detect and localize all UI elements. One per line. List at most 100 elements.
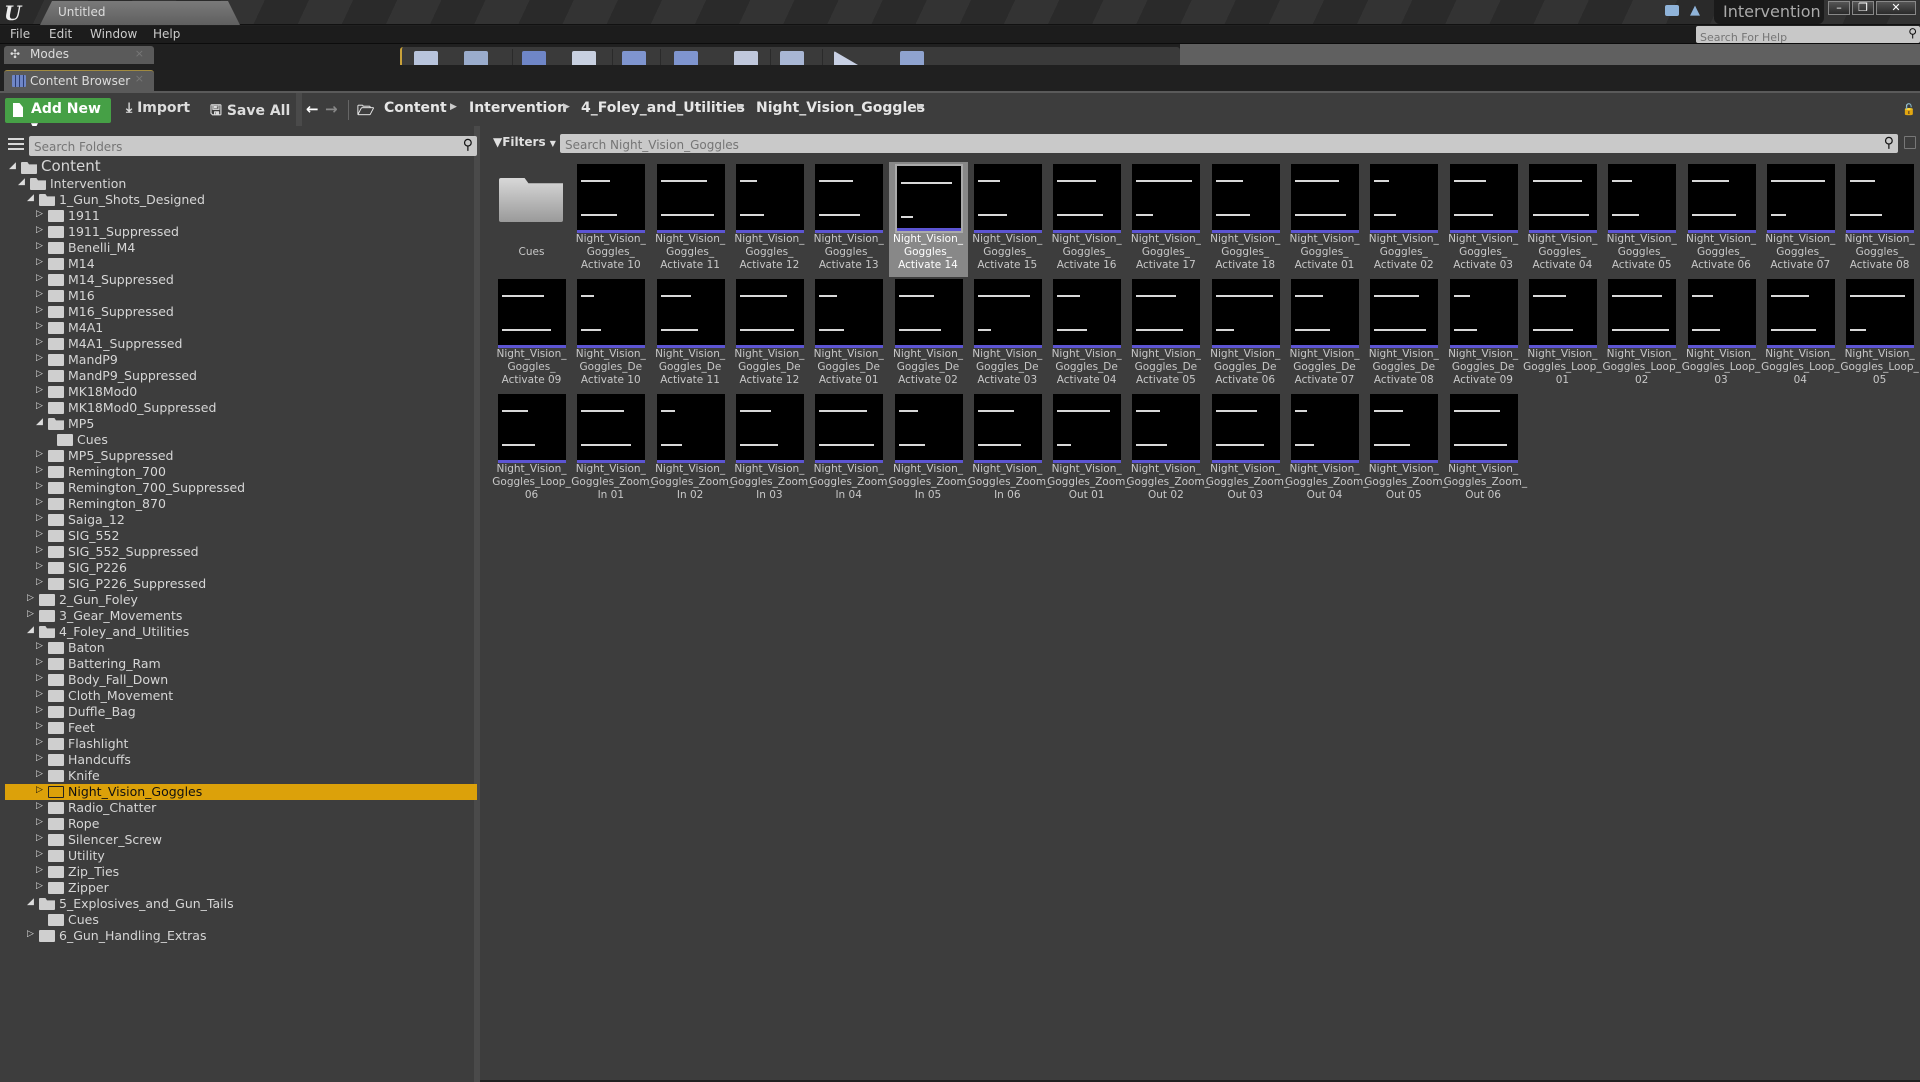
sound-wave-tile[interactable]: Night_Vision_ Goggles_De Activate 04 [1047, 277, 1126, 392]
close-button[interactable]: ✕ [1876, 1, 1916, 15]
tree-item[interactable]: ▷ 3_Gear_Movements [5, 608, 477, 624]
sound-wave-tile[interactable]: Night_Vision_ Goggles_ Activate 05 [1602, 162, 1681, 277]
collapsed-arrow-icon[interactable]: ▷ [36, 785, 43, 795]
tree-item[interactable]: ▷ Silencer_Screw [5, 832, 477, 848]
tree-item[interactable]: ▷ M4A1 [5, 320, 477, 336]
tree-item[interactable]: ▷ Handcuffs [5, 752, 477, 768]
collapsed-arrow-icon[interactable]: ▷ [36, 721, 43, 731]
sound-wave-tile[interactable]: Night_Vision_ Goggles_De Activate 07 [1285, 277, 1364, 392]
collapsed-arrow-icon[interactable]: ▷ [36, 673, 43, 683]
collapsed-arrow-icon[interactable]: ▷ [36, 321, 43, 331]
document-tab[interactable]: Untitled [40, 1, 240, 25]
collapsed-arrow-icon[interactable]: ▷ [36, 385, 43, 395]
sound-wave-tile[interactable]: Night_Vision_ Goggles_ Activate 03 [1444, 162, 1523, 277]
sound-wave-tile[interactable]: Night_Vision_ Goggles_De Activate 08 [1364, 277, 1443, 392]
sound-wave-tile[interactable]: Night_Vision_ Goggles_Loop_ 06 [492, 392, 571, 507]
collapsed-arrow-icon[interactable]: ▷ [36, 241, 43, 251]
collapsed-arrow-icon[interactable]: ▷ [36, 273, 43, 283]
collapsed-arrow-icon[interactable]: ▷ [36, 641, 43, 651]
sound-wave-tile[interactable]: Night_Vision_ Goggles_De Activate 03 [968, 277, 1047, 392]
collapsed-arrow-icon[interactable]: ▷ [36, 753, 43, 763]
folder-search-input[interactable] [29, 137, 449, 157]
menu-help[interactable]: Help [153, 27, 180, 41]
sound-wave-tile[interactable]: Night_Vision_ Goggles_Loop_ 04 [1761, 277, 1840, 392]
tree-item[interactable]: ◢ 5_Explosives_and_Gun_Tails [5, 896, 477, 912]
collapsed-arrow-icon[interactable]: ▷ [36, 865, 43, 875]
sound-wave-tile[interactable]: Night_Vision_ Goggles_Loop_ 02 [1602, 277, 1681, 392]
play-icon[interactable] [834, 51, 858, 65]
lock-icon[interactable]: 🔓 [1902, 103, 1916, 116]
sound-wave-tile[interactable]: Night_Vision_ Goggles_De Activate 10 [571, 277, 650, 392]
sound-wave-tile[interactable]: Night_Vision_ Goggles_De Activate 12 [730, 277, 809, 392]
collapsed-arrow-icon[interactable]: ▷ [36, 225, 43, 235]
expanded-arrow-icon[interactable]: ◢ [9, 161, 16, 171]
breadcrumb-item[interactable]: Intervention [469, 100, 567, 116]
tree-item[interactable]: ▷ MandP9_Suppressed [5, 368, 477, 384]
collapsed-arrow-icon[interactable]: ▷ [36, 353, 43, 363]
breadcrumb-separator-icon[interactable]: ▶ [917, 102, 924, 112]
tree-item[interactable]: ▷ M4A1_Suppressed [5, 336, 477, 352]
collapsed-arrow-icon[interactable]: ▷ [36, 689, 43, 699]
tree-item[interactable]: ▷ Utility [5, 848, 477, 864]
source-control-icon[interactable] [464, 51, 488, 65]
collapsed-arrow-icon[interactable]: ▷ [36, 305, 43, 315]
tree-item[interactable]: ▷ Baton [5, 640, 477, 656]
collapsed-arrow-icon[interactable]: ▷ [36, 529, 43, 539]
collapsed-arrow-icon[interactable]: ▷ [36, 449, 43, 459]
sound-wave-tile[interactable]: Night_Vision_ Goggles_De Activate 06 [1206, 277, 1285, 392]
collapsed-arrow-icon[interactable]: ▷ [36, 577, 43, 587]
tree-item[interactable]: ▷ 1911 [5, 208, 477, 224]
sound-wave-tile[interactable]: Night_Vision_ Goggles_De Activate 09 [1444, 277, 1523, 392]
tree-item[interactable]: ▷ SIG_552_Suppressed [5, 544, 477, 560]
sound-wave-tile[interactable]: Night_Vision_ Goggles_Zoom_ Out 02 [1126, 392, 1210, 507]
collapsed-arrow-icon[interactable]: ▷ [36, 561, 43, 571]
sound-wave-tile[interactable]: Night_Vision_ Goggles_Zoom_ Out 01 [1047, 392, 1131, 507]
collapsed-arrow-icon[interactable]: ▷ [36, 705, 43, 715]
sound-wave-tile[interactable]: Night_Vision_ Goggles_De Activate 01 [809, 277, 888, 392]
launch-icon[interactable] [900, 51, 924, 65]
sound-wave-tile[interactable]: Night_Vision_ Goggles_De Activate 05 [1126, 277, 1205, 392]
add-new-button[interactable]: Add New ▼ [5, 98, 111, 132]
save-all-button[interactable]: 🖫 Save All [210, 100, 290, 124]
collapsed-arrow-icon[interactable]: ▷ [36, 545, 43, 555]
sound-wave-tile[interactable]: Night_Vision_ Goggles_Zoom_ Out 05 [1364, 392, 1448, 507]
tree-item[interactable]: ◢ 1_Gun_Shots_Designed [5, 192, 477, 208]
save-level-icon[interactable] [414, 51, 438, 65]
sound-wave-tile[interactable]: Night_Vision_ Goggles_ Activate 17 [1126, 162, 1205, 277]
tree-item[interactable]: ▷ Remington_870 [5, 496, 477, 512]
sound-wave-tile[interactable]: Night_Vision_ Goggles_ Activate 07 [1761, 162, 1840, 277]
collapsed-arrow-icon[interactable]: ▷ [36, 769, 43, 779]
sound-wave-tile[interactable]: Night_Vision_ Goggles_Zoom_ In 05 [889, 392, 972, 507]
tree-item[interactable]: ▷ Remington_700 [5, 464, 477, 480]
tree-item[interactable]: ◢ 4_Foley_and_Utilities [5, 624, 477, 640]
collapsed-arrow-icon[interactable]: ▷ [36, 657, 43, 667]
menu-file[interactable]: File [10, 27, 30, 41]
tree-item[interactable]: ◢ Intervention [5, 176, 477, 192]
expanded-arrow-icon[interactable]: ◢ [27, 625, 34, 635]
tree-item[interactable]: ▷ MK18Mod0 [5, 384, 477, 400]
sound-wave-tile[interactable]: Night_Vision_ Goggles_Zoom_ Out 06 [1444, 392, 1527, 507]
menu-edit[interactable]: Edit [49, 27, 72, 41]
tree-item[interactable]: ▷ Battering_Ram [5, 656, 477, 672]
tree-item[interactable]: ▷ SIG_552 [5, 528, 477, 544]
sound-wave-tile[interactable]: Night_Vision_ Goggles_Loop_ 03 [1682, 277, 1761, 392]
minimize-button[interactable]: – [1828, 1, 1850, 15]
cinematics-icon[interactable] [734, 51, 758, 65]
tree-item[interactable]: ▷ 1911_Suppressed [5, 224, 477, 240]
sound-wave-tile[interactable]: Night_Vision_ Goggles_ Activate 16 [1047, 162, 1126, 277]
breadcrumb-item[interactable]: 4_Foley_and_Utilities [581, 100, 745, 116]
sound-wave-tile[interactable]: Night_Vision_ Goggles_Loop_ 05 [1840, 277, 1919, 392]
sound-wave-tile[interactable]: Night_Vision_ Goggles_ Activate 06 [1682, 162, 1761, 277]
collapsed-arrow-icon[interactable]: ▷ [36, 465, 43, 475]
blueprints-icon[interactable] [674, 51, 698, 65]
build-icon[interactable] [780, 51, 804, 65]
tree-item[interactable]: ◢ MP5 [5, 416, 477, 432]
toggle-sources-icon[interactable] [8, 138, 24, 152]
tree-item[interactable]: ▷ Remington_700_Suppressed [5, 480, 477, 496]
sound-wave-tile[interactable]: Night_Vision_ Goggles_Zoom_ Out 04 [1285, 392, 1369, 507]
tree-item[interactable]: ▷ Cloth_Movement [5, 688, 477, 704]
asset-search-input[interactable] [560, 135, 1860, 155]
sound-wave-tile[interactable]: Night_Vision_ Goggles_Zoom_ In 04 [809, 392, 893, 507]
save-search-icon[interactable] [1904, 136, 1916, 149]
restore-button[interactable]: ❐ [1852, 1, 1874, 15]
